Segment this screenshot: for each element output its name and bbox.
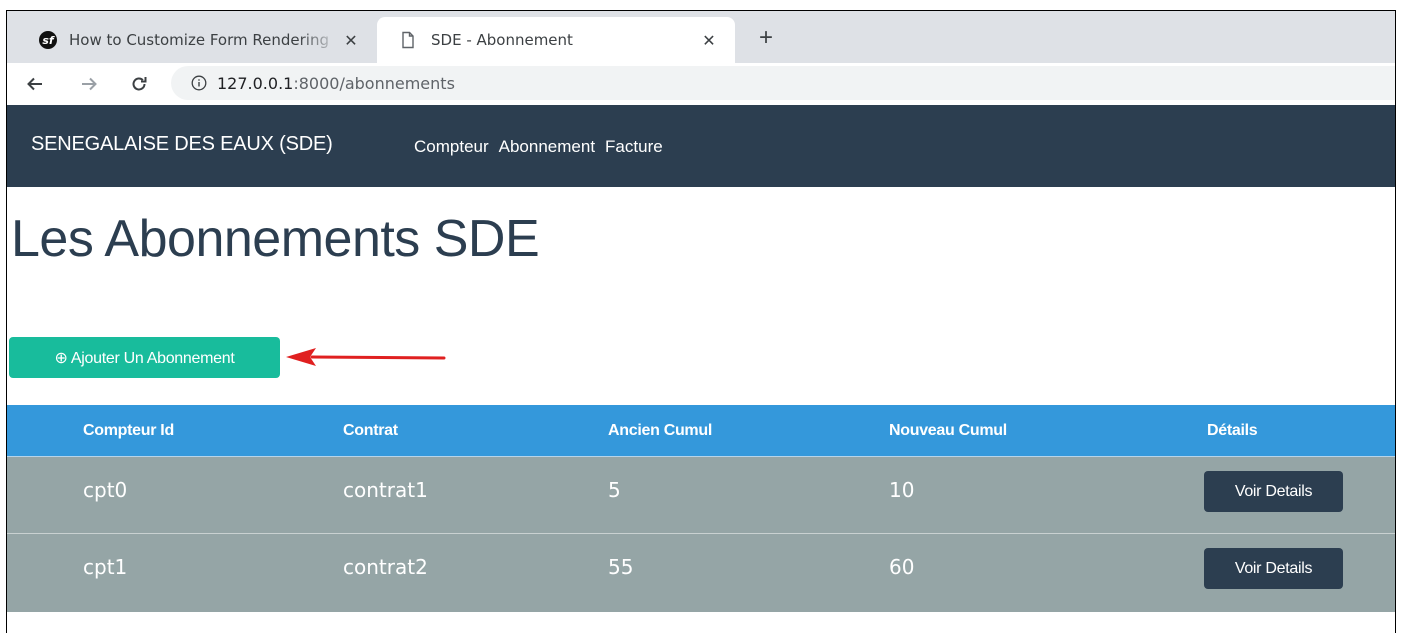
cell-compteur-id: cpt0 bbox=[83, 478, 128, 502]
header-nouveau-cumul: Nouveau Cumul bbox=[889, 422, 1007, 439]
nav-links: Compteur Abonnement Facture bbox=[414, 137, 673, 157]
browser-window: sf How to Customize Form Rendering ✕ SDE… bbox=[6, 10, 1396, 633]
header-details: Détails bbox=[1207, 422, 1258, 439]
cell-compteur-id: cpt1 bbox=[83, 555, 128, 579]
close-icon[interactable]: ✕ bbox=[339, 31, 363, 50]
url-host: 127.0.0.1 bbox=[217, 73, 294, 93]
cell-nouveau-cumul: 60 bbox=[889, 555, 915, 579]
view-details-button[interactable]: Voir Details bbox=[1204, 548, 1343, 589]
reload-icon[interactable] bbox=[127, 72, 151, 96]
annotation-arrow-icon bbox=[286, 348, 446, 366]
header-compteur-id: Compteur Id bbox=[83, 422, 174, 439]
page-title: Les Abonnements SDE bbox=[11, 210, 540, 268]
nav-link-facture[interactable]: Facture bbox=[605, 137, 663, 157]
close-icon[interactable]: ✕ bbox=[697, 31, 721, 50]
info-icon[interactable] bbox=[191, 75, 207, 91]
table-row: cpt0 contrat1 5 10 Voir Details bbox=[7, 457, 1395, 534]
cell-ancien-cumul: 55 bbox=[608, 555, 634, 579]
cell-contrat: contrat1 bbox=[343, 478, 428, 502]
tab-title: SDE - Abonnement bbox=[431, 31, 573, 49]
new-tab-button[interactable]: + bbox=[751, 23, 781, 53]
nav-link-compteur[interactable]: Compteur bbox=[414, 137, 489, 157]
browser-toolbar: 127.0.0.1:8000/abonnements bbox=[7, 63, 1395, 105]
cell-contrat: contrat2 bbox=[343, 555, 428, 579]
forward-arrow-icon[interactable] bbox=[77, 72, 101, 96]
subscriptions-table: Compteur Id Contrat Ancien Cumul Nouveau… bbox=[7, 405, 1395, 612]
tab-strip: sf How to Customize Form Rendering ✕ SDE… bbox=[7, 11, 1395, 63]
document-icon bbox=[402, 31, 414, 49]
cell-nouveau-cumul: 10 bbox=[889, 478, 915, 502]
navbar-brand[interactable]: SENEGALAISE DES EAUX (SDE) bbox=[31, 133, 333, 156]
url-path: :8000/abonnements bbox=[293, 73, 455, 93]
view-details-button[interactable]: Voir Details bbox=[1204, 471, 1343, 512]
symfony-logo-icon: sf bbox=[39, 31, 57, 49]
table-header: Compteur Id Contrat Ancien Cumul Nouveau… bbox=[7, 405, 1395, 457]
back-arrow-icon[interactable] bbox=[23, 72, 47, 96]
navbar: SENEGALAISE DES EAUX (SDE) Compteur Abon… bbox=[7, 105, 1395, 187]
tab-form-rendering[interactable]: sf How to Customize Form Rendering ✕ bbox=[23, 17, 377, 63]
nav-link-abonnement[interactable]: Abonnement bbox=[499, 137, 595, 157]
table-row: cpt1 contrat2 55 60 Voir Details bbox=[7, 534, 1395, 612]
header-contrat: Contrat bbox=[343, 422, 398, 439]
address-bar[interactable]: 127.0.0.1:8000/abonnements bbox=[171, 66, 1395, 100]
add-subscription-button[interactable]: ⊕ Ajouter Un Abonnement bbox=[9, 337, 280, 378]
tab-sde-abonnement[interactable]: SDE - Abonnement ✕ bbox=[377, 17, 735, 63]
tab-title: How to Customize Form Rendering bbox=[69, 31, 329, 49]
cell-ancien-cumul: 5 bbox=[608, 478, 621, 502]
header-ancien-cumul: Ancien Cumul bbox=[608, 422, 712, 439]
